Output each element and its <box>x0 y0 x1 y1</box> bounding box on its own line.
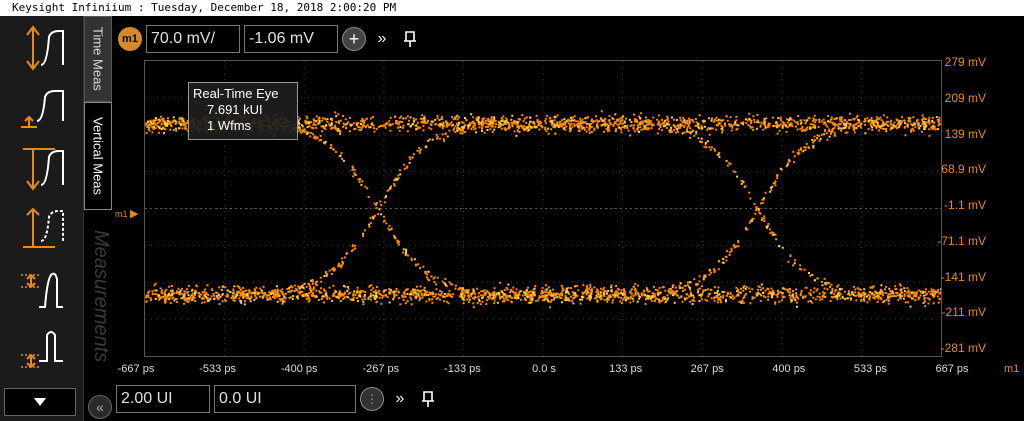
x-tick-label: 133 ps <box>609 363 643 375</box>
preshoot-icon <box>21 331 63 369</box>
measurement-panel <box>0 16 84 421</box>
y-tick-label: 209 mV <box>944 90 986 105</box>
chevron-down-icon <box>34 398 46 406</box>
y-tick-label: -141 mV <box>940 269 986 284</box>
overshoot-button[interactable] <box>6 260 76 316</box>
pin-button[interactable] <box>398 27 422 51</box>
pin-icon <box>422 391 434 407</box>
add-button[interactable]: + <box>342 27 366 51</box>
double-chevron-right-icon: » <box>377 30 387 47</box>
amplitude-button[interactable] <box>6 80 76 136</box>
x-tick-label: 533 ps <box>853 363 887 375</box>
eye-info-waveforms: 1 Wfms <box>207 118 252 133</box>
vertical-scale-field[interactable]: 70.0 mV/ <box>146 25 240 53</box>
tab-label: Time Meas <box>90 27 106 91</box>
eye-trace-hot-points <box>147 113 941 308</box>
tab-time-meas[interactable]: Time Meas <box>84 16 112 102</box>
overshoot-icon <box>21 272 63 308</box>
top-level-icon <box>23 148 64 191</box>
x-tick-label: 667 ps <box>935 363 969 375</box>
rise-time-icon <box>26 25 64 71</box>
x-tick-label: 400 ps <box>772 363 806 375</box>
x-tick-label: 0.0 s <box>532 363 556 375</box>
base-level-button[interactable] <box>6 200 76 256</box>
y-tick-label: 68.9 mV <box>941 162 986 177</box>
collapse-measurements-button[interactable] <box>4 388 76 416</box>
horizontal-pin-button[interactable] <box>416 387 440 411</box>
vertical-toolbar: m1 70.0 mV/ -1.06 mV + » <box>118 24 422 54</box>
y-tick-label: 279 mV <box>944 55 986 69</box>
base-level-icon <box>23 207 64 248</box>
horizontal-knob-button[interactable]: ⋮ <box>360 387 384 411</box>
eye-info-count: 7.691 kUI <box>207 102 263 117</box>
expand-panel-button[interactable]: « <box>88 395 112 419</box>
tab-label: Vertical Meas <box>90 116 106 196</box>
x-tick-label: -133 ps <box>444 363 481 375</box>
y-tick-label: -1.1 mV <box>943 198 986 212</box>
knob-icon: ⋮ <box>366 392 378 406</box>
x-tick-label: -267 ps <box>362 363 400 375</box>
double-chevron-left-icon: « <box>96 399 104 415</box>
tab-vertical-meas[interactable]: Vertical Meas <box>84 102 112 210</box>
preshoot-button[interactable] <box>6 320 76 376</box>
vertical-offset-field[interactable]: -1.06 mV <box>244 25 338 53</box>
x-tick-label: -533 ps <box>199 363 236 375</box>
measurements-watermark: Measurements <box>90 230 112 363</box>
rise-time-button[interactable] <box>6 20 76 76</box>
y-tick-label: -211 mV <box>941 305 986 320</box>
y-tick-label: -281 mV <box>940 341 986 355</box>
x-tick-label: -667 ps <box>117 363 155 375</box>
horizontal-position-field[interactable]: 0.0 UI <box>214 385 356 413</box>
marker-arrow-icon: ▶ <box>130 208 139 220</box>
horizontal-toolbar: 2.00 UI 0.0 UI ⋮ » <box>116 384 440 414</box>
y-tick-label: -71.1 mV <box>937 233 986 248</box>
more-button[interactable]: » <box>370 27 394 51</box>
plus-icon: + <box>348 28 360 49</box>
top-level-button[interactable] <box>6 140 76 196</box>
horizontal-more-button[interactable]: » <box>388 387 412 411</box>
x-tick-label: 267 ps <box>690 363 724 375</box>
eye-info-box: Real-Time Eye 7.691 kUI 1 Wfms <box>188 82 298 140</box>
double-chevron-right-icon: » <box>395 390 405 407</box>
y-tick-label: 139 mV <box>944 126 986 141</box>
window-title: Keysight Infiniium : Tuesday, December 1… <box>0 0 1024 16</box>
marker-left-label: m1 ▶ <box>115 207 139 220</box>
pin-icon <box>404 31 416 47</box>
horizontal-scale-field[interactable]: 2.00 UI <box>116 385 210 413</box>
x-tick-label: -400 ps <box>280 363 318 375</box>
marker-right-label: m1 <box>1004 363 1020 375</box>
marker-badge[interactable]: m1 <box>118 27 142 51</box>
amplitude-icon <box>21 90 64 128</box>
eye-info-title: Real-Time Eye <box>193 86 279 101</box>
marker-text: m1 <box>115 209 128 219</box>
